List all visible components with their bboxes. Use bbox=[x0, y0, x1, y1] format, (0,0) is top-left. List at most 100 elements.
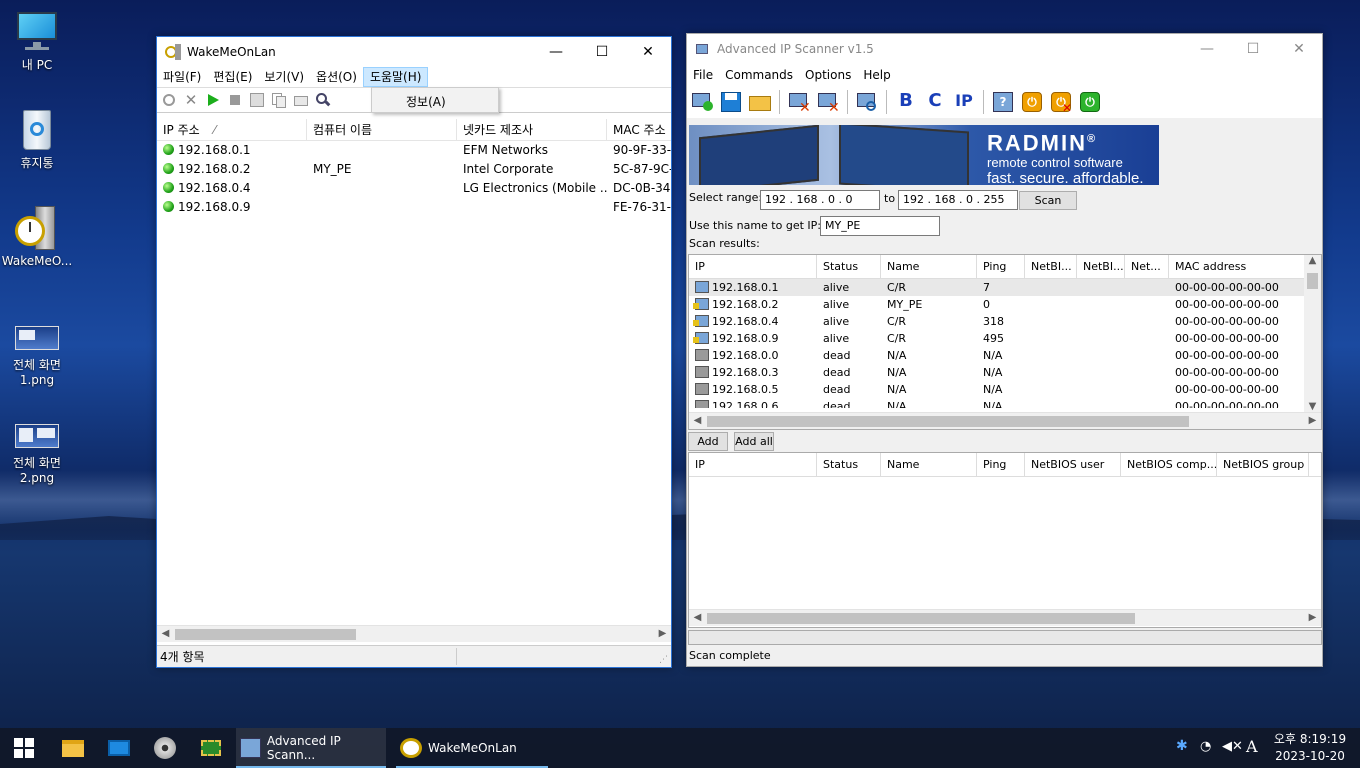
minimize-button[interactable]: — bbox=[533, 37, 579, 67]
radmin-b-icon[interactable]: B bbox=[893, 89, 919, 115]
table-row[interactable]: 192.168.0.9 alive C/R 495 00-00-00-00-00… bbox=[689, 330, 1321, 347]
list-item[interactable]: 192.168.0.1 EFM Networks 90-9F-33- bbox=[157, 141, 671, 160]
find-icon[interactable] bbox=[315, 92, 331, 108]
taskbar-file-explorer[interactable] bbox=[50, 728, 96, 768]
menu-options[interactable]: 옵션(O) bbox=[310, 67, 363, 87]
taskbar-app-disc[interactable] bbox=[142, 728, 188, 768]
scroll-thumb[interactable] bbox=[707, 416, 1189, 427]
table-row[interactable]: 192.168.0.1 alive C/R 7 00-00-00-00-00-0… bbox=[689, 279, 1321, 296]
title-bar[interactable]: Advanced IP Scanner v1.5 — ☐ ✕ bbox=[687, 34, 1322, 64]
help-icon[interactable]: ? bbox=[990, 89, 1016, 115]
scroll-thumb[interactable] bbox=[1307, 273, 1318, 289]
column-netbios-1[interactable]: NetBI... bbox=[1025, 255, 1077, 278]
column-netbios-user[interactable]: NetBIOS user bbox=[1025, 453, 1121, 476]
desktop-icon-my-pc[interactable]: 내 PC bbox=[0, 10, 74, 73]
menu-file[interactable]: File bbox=[687, 65, 719, 85]
horizontal-scrollbar[interactable]: ◀ ▶ bbox=[689, 609, 1321, 626]
column-netbios-computer[interactable]: NetBIOS comp... bbox=[1121, 453, 1217, 476]
menu-edit[interactable]: 편집(E) bbox=[207, 67, 258, 87]
resize-grip-icon[interactable]: ⋰ bbox=[659, 655, 668, 665]
close-button[interactable]: ✕ bbox=[1276, 34, 1322, 64]
network-scan-icon[interactable] bbox=[854, 89, 880, 115]
table-row[interactable]: 192.168.0.2 alive MY_PE 0 00-00-00-00-00… bbox=[689, 296, 1321, 313]
maximize-button[interactable]: ☐ bbox=[579, 37, 625, 67]
scroll-left-icon[interactable]: ◀ bbox=[689, 413, 706, 430]
scroll-right-icon[interactable]: ▶ bbox=[654, 626, 671, 643]
menu-commands[interactable]: Commands bbox=[719, 65, 799, 85]
scroll-right-icon[interactable]: ▶ bbox=[1304, 413, 1321, 430]
menu-file[interactable]: 파일(F) bbox=[157, 67, 207, 87]
minimize-button[interactable]: — bbox=[1184, 34, 1230, 64]
add-all-button[interactable]: Add all bbox=[734, 432, 774, 451]
wake-on-lan-icon[interactable]: ⏻ bbox=[1077, 89, 1103, 115]
play-icon[interactable] bbox=[205, 92, 221, 108]
menu-help[interactable]: Help bbox=[857, 65, 896, 85]
properties-icon[interactable] bbox=[293, 92, 309, 108]
table-row[interactable]: 192.168.0.5 dead N/A N/A 00-00-00-00-00-… bbox=[689, 381, 1321, 398]
table-row[interactable]: 192.168.0.4 alive C/R 318 00-00-00-00-00… bbox=[689, 313, 1321, 330]
column-mac[interactable]: MAC 주소 bbox=[607, 119, 671, 140]
scroll-down-icon[interactable]: ▼ bbox=[1304, 401, 1321, 412]
shutdown-computer-icon[interactable]: ✕ bbox=[786, 89, 812, 116]
taskbar-advanced-ip-scanner[interactable]: Advanced IP Scann... bbox=[236, 728, 386, 768]
scroll-thumb[interactable] bbox=[707, 613, 1135, 624]
column-netbios-2[interactable]: NetBI... bbox=[1077, 255, 1125, 278]
column-mac[interactable]: MAC address bbox=[1169, 255, 1305, 278]
network-icon[interactable]: ◔ bbox=[1200, 739, 1211, 754]
scroll-right-icon[interactable]: ▶ bbox=[1304, 610, 1321, 627]
menu-item-about[interactable]: 정보(A) bbox=[406, 93, 446, 110]
save-icon[interactable] bbox=[718, 89, 744, 115]
title-bar[interactable]: WakeMeOnLan — ☐ ✕ bbox=[157, 37, 671, 67]
desktop-icon-screenshot-2[interactable]: 전체 화면 2.png bbox=[0, 420, 74, 486]
menu-options[interactable]: Options bbox=[799, 65, 857, 85]
delete-icon[interactable]: ✕ bbox=[183, 92, 199, 108]
column-ping[interactable]: Ping bbox=[977, 255, 1025, 278]
stop-icon[interactable] bbox=[227, 92, 243, 108]
column-computer-name[interactable]: 컴퓨터 이름 bbox=[307, 119, 457, 140]
clock[interactable]: 오후 8:19:19 2023-10-20 bbox=[1268, 731, 1352, 765]
shutdown-all-icon[interactable]: ✕ bbox=[815, 89, 841, 116]
advanced-ip-scanner-window[interactable]: Advanced IP Scanner v1.5 — ☐ ✕ File Comm… bbox=[686, 33, 1323, 667]
start-button[interactable] bbox=[0, 728, 48, 768]
alarm-clock-icon[interactable] bbox=[161, 92, 177, 108]
add-button[interactable]: Add bbox=[688, 432, 728, 451]
desktop-icon-recycle-bin[interactable]: 휴지통 bbox=[0, 108, 74, 171]
table-row[interactable]: 192.168.0.3 dead N/A N/A 00-00-00-00-00-… bbox=[689, 364, 1321, 381]
taskbar-wakemeonlan[interactable]: WakeMeOnLan bbox=[396, 728, 548, 768]
save-icon[interactable] bbox=[249, 92, 265, 108]
column-ip[interactable]: IP 주소 ⁄ bbox=[157, 119, 307, 140]
taskbar-app-chip[interactable] bbox=[188, 728, 234, 768]
power-off-all-icon[interactable]: ⏻ ✕ bbox=[1048, 89, 1074, 115]
scan-button[interactable]: Scan bbox=[1019, 191, 1077, 210]
radmin-c-icon[interactable]: C bbox=[922, 89, 948, 115]
ime-indicator[interactable]: A bbox=[1246, 737, 1258, 756]
column-ping[interactable]: Ping bbox=[977, 453, 1025, 476]
horizontal-scrollbar[interactable]: ◀ ▶ bbox=[689, 412, 1321, 429]
volume-muted-icon[interactable]: ◀✕ bbox=[1222, 739, 1243, 754]
taskbar-app-blue[interactable] bbox=[96, 728, 142, 768]
column-netbios-3[interactable]: Net... bbox=[1125, 255, 1169, 278]
menu-view[interactable]: 보기(V) bbox=[258, 67, 310, 87]
range-end-input[interactable]: 192 . 168 . 0 . 255 bbox=[898, 190, 1018, 210]
desktop-icon-screenshot-1[interactable]: 전체 화면 1.png bbox=[0, 322, 74, 388]
column-ip[interactable]: IP bbox=[689, 453, 817, 476]
table-row[interactable]: 192.168.0.0 dead N/A N/A 00-00-00-00-00-… bbox=[689, 347, 1321, 364]
add-computer-icon[interactable] bbox=[689, 89, 715, 115]
scroll-left-icon[interactable]: ◀ bbox=[689, 610, 706, 627]
table-row[interactable]: 192.168.0.6 dead N/A N/A 00-00-00-00-00-… bbox=[689, 398, 1321, 408]
column-status[interactable]: Status bbox=[817, 453, 881, 476]
column-name[interactable]: Name bbox=[881, 255, 977, 278]
column-vendor[interactable]: 넷카드 제조사 bbox=[457, 119, 607, 140]
scroll-thumb[interactable] bbox=[175, 629, 356, 640]
desktop-icon-wakemeonlan[interactable]: WakeMeO... bbox=[0, 206, 74, 269]
scroll-up-icon[interactable]: ▲ bbox=[1304, 255, 1321, 266]
bluetooth-icon[interactable]: ✱ bbox=[1176, 738, 1188, 754]
scroll-left-icon[interactable]: ◀ bbox=[157, 626, 174, 643]
column-name[interactable]: Name bbox=[881, 453, 977, 476]
list-item[interactable]: 192.168.0.4 LG Electronics (Mobile ... D… bbox=[157, 179, 671, 198]
range-start-input[interactable]: 192 . 168 . 0 . 0 bbox=[760, 190, 880, 210]
list-item[interactable]: 192.168.0.2 MY_PE Intel Corporate 5C-87-… bbox=[157, 160, 671, 179]
column-netbios-group[interactable]: NetBIOS group bbox=[1217, 453, 1309, 476]
maximize-button[interactable]: ☐ bbox=[1230, 34, 1276, 64]
power-off-icon[interactable]: ⏻ bbox=[1019, 89, 1045, 115]
